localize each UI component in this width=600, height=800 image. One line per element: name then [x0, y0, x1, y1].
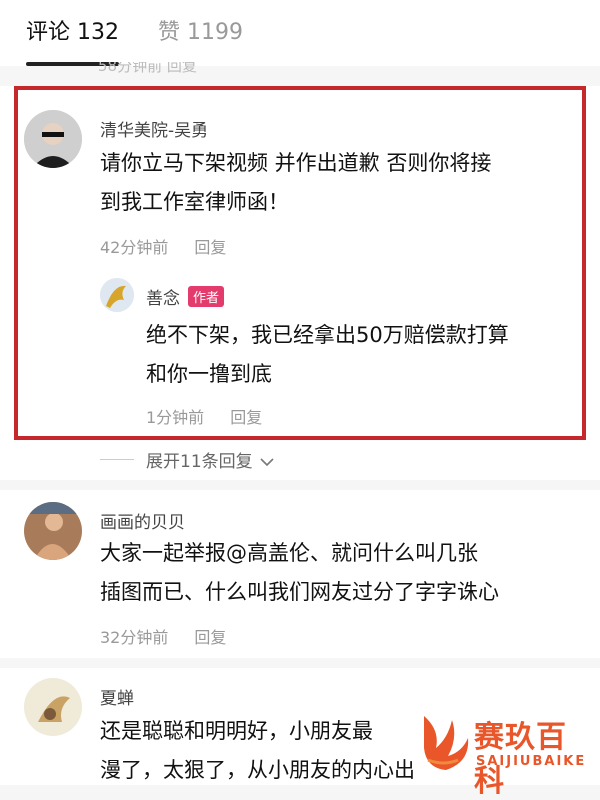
comment-text: 还是聪聪和明明好，小朋友最 漫了，太狠了，从小朋友的内心出 [100, 712, 415, 790]
comment-card: 画画的贝贝 大家一起举报@高盖伦、就问什么叫几张 插图而已、什么叫我们网友过分了… [0, 490, 600, 658]
tab-likes[interactable]: 赞 1199 [158, 14, 243, 46]
comment-text: 大家一起举报@高盖伦、就问什么叫几张 插图而已、什么叫我们网友过分了字字诛心 [100, 534, 499, 612]
comment-tabs: 评论 132 赞 1199 [0, 0, 600, 66]
watermark-logo: 赛玖百科 SAIJIUBAIKE [418, 706, 596, 799]
avatar[interactable] [24, 678, 82, 736]
expand-row [0, 440, 600, 480]
clipped-comment-meta: 58分钟前 回复 [98, 62, 197, 74]
watermark-text-en: SAIJIUBAIKE [476, 754, 587, 769]
comment-text-line: 插图而已、什么叫我们网友过分了字字诛心 [100, 580, 499, 604]
divider [100, 459, 134, 460]
comment-text-line: 漫了，太狠了，从小朋友的内心出 [100, 758, 415, 782]
tab-comments[interactable]: 评论 132 [26, 14, 119, 46]
chevron-down-icon [260, 458, 274, 467]
comment-time: 32分钟前 [100, 628, 169, 647]
reply-button[interactable]: 回复 [194, 628, 226, 647]
user-avatar-icon [24, 502, 82, 560]
comment-meta: 32分钟前 回复 [100, 624, 226, 648]
highlight-frame [14, 86, 586, 440]
commenter-name[interactable]: 画画的贝贝 [100, 508, 185, 533]
user-avatar-icon [24, 678, 82, 736]
expand-replies-button[interactable]: 展开11条回复 [146, 447, 274, 472]
commenter-name[interactable]: 夏蝉 [100, 684, 134, 709]
expand-replies-label: 展开11条回复 [146, 452, 253, 472]
avatar[interactable] [24, 502, 82, 560]
fish-logo-icon [424, 716, 469, 770]
comment-text-line: 大家一起举报@高盖伦、就问什么叫几张 [100, 541, 478, 565]
comment-text-line: 还是聪聪和明明好，小朋友最 [100, 719, 373, 743]
